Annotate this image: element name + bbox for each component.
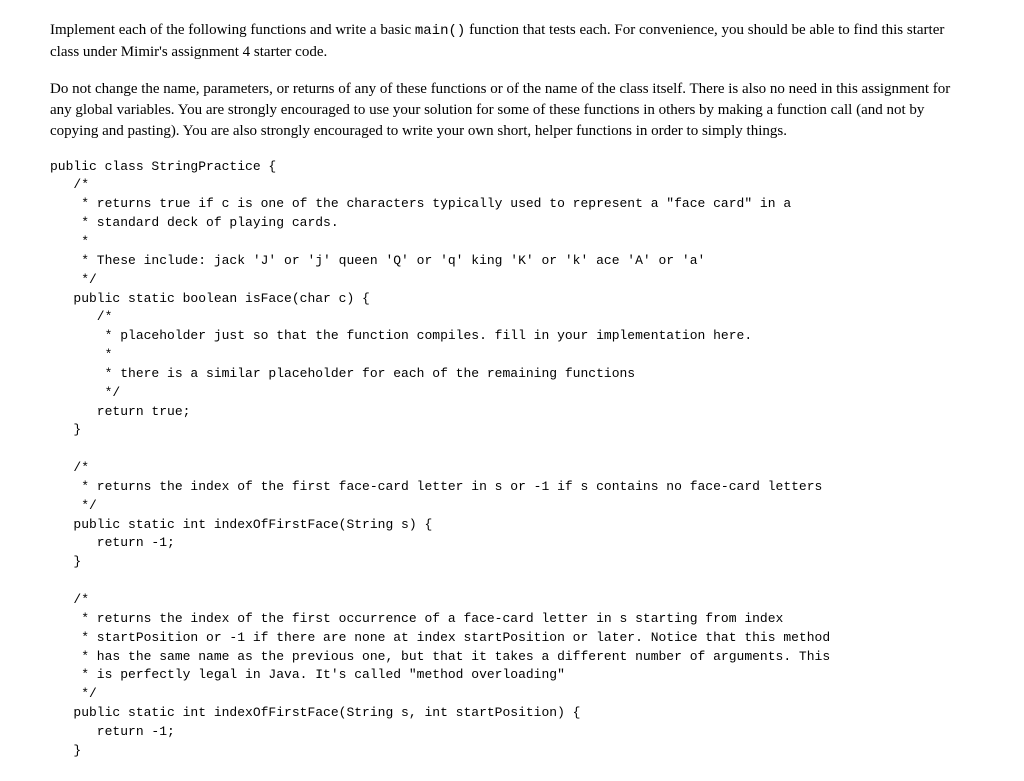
java-code-block: public class StringPractice { /* * retur… [50, 158, 974, 761]
para1-text-a: Implement each of the following function… [50, 22, 415, 38]
intro-paragraph-1: Implement each of the following function… [50, 20, 974, 63]
intro-paragraph-2: Do not change the name, parameters, or r… [50, 79, 974, 142]
main-function-name: main() [415, 23, 465, 39]
